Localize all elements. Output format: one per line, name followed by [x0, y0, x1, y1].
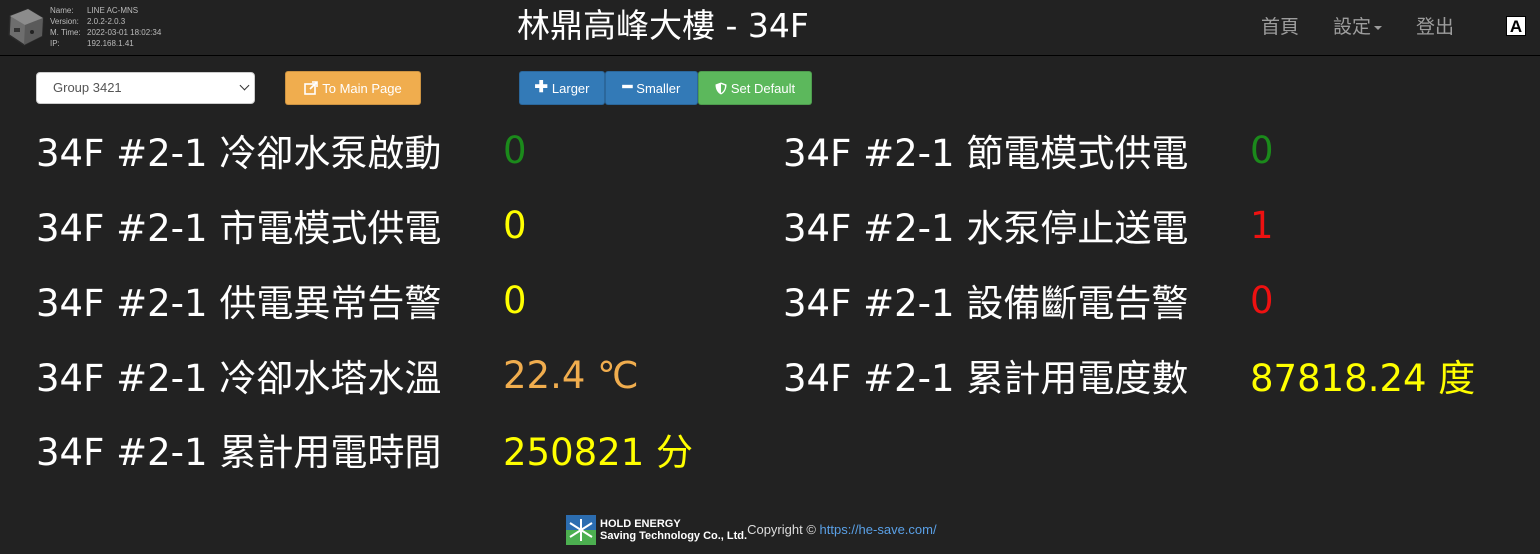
group-select[interactable]: Group 3421	[36, 72, 255, 104]
reading-label: 34F #2-1 設備斷電告警	[783, 282, 1189, 325]
device-mtime-key: M. Time:	[50, 28, 81, 37]
minus-icon: ━	[622, 79, 633, 96]
larger-button[interactable]: ✚ Larger	[519, 71, 605, 105]
device-name-key: Name:	[50, 6, 74, 15]
reading-label: 34F #2-1 冷卻水塔水溫	[36, 357, 442, 400]
device-mtime: 2022-03-01 18:02:34	[87, 28, 162, 37]
copyright-text: Copyright © https://he-save.com/	[747, 522, 937, 537]
plus-icon: ✚	[534, 79, 548, 96]
reading-value: 0	[503, 278, 527, 322]
device-version: 2.0.2-2.0.3	[87, 17, 126, 26]
reading-label: 34F #2-1 供電異常告警	[36, 282, 442, 325]
reading-value: 250821 分	[503, 431, 694, 474]
reading-item: 34F #2-1 冷卻水塔水溫 22.4 ℃	[36, 350, 639, 401]
set-default-button[interactable]: Set Default	[698, 71, 812, 105]
device-ip: 192.168.1.41	[87, 39, 134, 48]
reading-label: 34F #2-1 節電模式供電	[783, 132, 1189, 175]
reading-item: 34F #2-1 冷卻水泵啟動 0	[36, 125, 527, 176]
company-name-line1: HOLD ENERGY	[600, 518, 681, 530]
device-icon	[8, 8, 44, 46]
company-logo-icon	[566, 515, 596, 545]
reading-value: 22.4 ℃	[503, 353, 639, 397]
reading-item: 34F #2-1 累計用電度數 87818.24 度	[783, 350, 1475, 400]
nav-home-link[interactable]: 首頁	[1261, 12, 1299, 39]
reading-item: 34F #2-1 設備斷電告警 0	[783, 275, 1274, 326]
reading-item: 34F #2-1 累計用電時間 250821 分	[36, 424, 693, 474]
device-version-key: Version:	[50, 17, 79, 26]
device-name: LINE AC-MNS	[87, 6, 139, 15]
nav-logout-link[interactable]: 登出	[1416, 12, 1454, 39]
footer: HOLD ENERGY Saving Technology Co., Ltd. …	[566, 514, 937, 546]
reading-value: 1	[1250, 203, 1274, 247]
reading-label: 34F #2-1 冷卻水泵啟動	[36, 132, 442, 175]
to-main-page-label: To Main Page	[322, 80, 402, 96]
reading-label: 34F #2-1 累計用電度數	[783, 357, 1189, 400]
device-info: Name: LINE AC-MNS Version: 2.0.2-2.0.3 M. …	[50, 5, 161, 49]
reading-label: 34F #2-1 水泵停止送電	[783, 207, 1189, 250]
font-size-toggle-icon[interactable]: A	[1506, 15, 1526, 36]
reading-label: 34F #2-1 市電模式供電	[36, 207, 442, 250]
smaller-label: Smaller	[636, 80, 681, 96]
device-ip-key: IP:	[50, 39, 60, 48]
smaller-button[interactable]: ━ Smaller	[605, 71, 698, 105]
nav-menu: 首頁 設定 登出 A	[1227, 12, 1526, 39]
reading-label: 34F #2-1 累計用電時間	[36, 431, 442, 474]
page-title: 林鼎高峰大樓 - 34F	[517, 6, 809, 45]
reading-item: 34F #2-1 節電模式供電 0	[783, 125, 1274, 176]
reading-value: 0	[503, 128, 527, 172]
company-website-link[interactable]: https://he-save.com/	[820, 522, 937, 537]
top-navbar: Name: LINE AC-MNS Version: 2.0.2-2.0.3 M. …	[0, 0, 1540, 56]
group-select-value: Group 3421	[53, 80, 122, 95]
external-link-icon	[304, 81, 319, 95]
chevron-down-icon	[239, 80, 250, 91]
copyright-label: Copyright ©	[747, 521, 816, 537]
reading-item: 34F #2-1 供電異常告警 0	[36, 275, 527, 326]
shield-icon	[715, 82, 727, 94]
reading-item: 34F #2-1 市電模式供電 0	[36, 200, 527, 251]
to-main-page-button[interactable]: To Main Page	[285, 71, 421, 105]
larger-label: Larger	[551, 80, 590, 96]
nav-settings-dropdown[interactable]: 設定	[1333, 12, 1382, 39]
company-name: HOLD ENERGY Saving Technology Co., Ltd.	[600, 518, 747, 542]
set-default-label: Set Default	[730, 80, 796, 96]
reading-item: 34F #2-1 水泵停止送電 1	[783, 200, 1274, 251]
reading-value: 0	[503, 203, 527, 247]
company-name-line2: Saving Technology Co., Ltd.	[600, 530, 748, 542]
reading-value: 0	[1250, 278, 1274, 322]
reading-value: 0	[1250, 128, 1274, 172]
reading-value: 87818.24 度	[1250, 357, 1476, 400]
